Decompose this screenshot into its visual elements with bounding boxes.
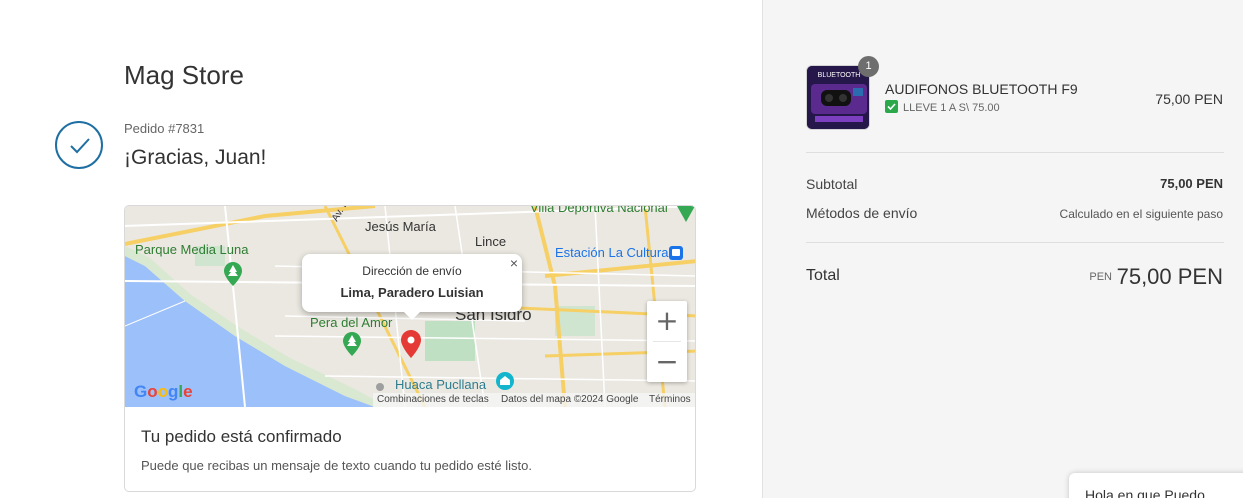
map-card: Jesús María Av. Brasil Lince Villa Depor…	[124, 205, 696, 492]
google-logo[interactable]: Google	[134, 382, 193, 402]
promo-text: LLEVE 1 A S\ 75.00	[903, 102, 1000, 114]
total-amount: 75,00 PEN	[1116, 264, 1223, 289]
confirmation-title: Tu pedido está confirmado	[141, 427, 342, 446]
thanks-heading: ¡Gracias, Juan!	[124, 146, 267, 169]
map-label-lince: Lince	[475, 234, 507, 249]
shipping-value: Calculado en el siguiente paso	[1059, 207, 1223, 221]
total-currency: PEN	[1089, 271, 1112, 283]
map-label-jesus-maria: Jesús María	[365, 219, 436, 234]
divider	[806, 242, 1224, 243]
keyboard-shortcuts-link[interactable]: Combinaciones de teclas	[377, 394, 489, 405]
confirmation-text: Puede que recibas un mensaje de texto cu…	[141, 458, 532, 473]
thumbnail-text: BLUETOOTH	[818, 72, 861, 79]
total-label: Total	[806, 267, 840, 284]
subtotal-value: 75,00 PEN	[1160, 176, 1223, 191]
quantity-badge: 1	[858, 56, 879, 77]
info-window-address: Lima, Paradero Luisian	[340, 285, 484, 300]
zoom-out-button[interactable]: −	[647, 342, 687, 382]
dot-icon	[376, 383, 384, 391]
chat-widget[interactable]: Hola en que Puedo	[1069, 473, 1243, 498]
subtotal-label: Subtotal	[806, 176, 858, 192]
park-icon	[224, 262, 242, 286]
map-label-pera-del-amor: Pera del Amor	[310, 315, 393, 330]
terms-link[interactable]: Términos	[649, 394, 691, 405]
order-summary: BLUETOOTH 1 AUDIFONOS BLUETOOTH F9 LLEVE…	[762, 0, 1243, 498]
product-price: 75,00 PEN	[1155, 91, 1223, 107]
park-icon	[677, 206, 695, 222]
order-number: Pedido #7831	[124, 121, 205, 136]
map-label-villa-deportiva: Villa Deportiva Nacional	[530, 206, 668, 215]
park-icon	[343, 332, 361, 356]
shipping-map[interactable]: Jesús María Av. Brasil Lince Villa Depor…	[125, 206, 695, 407]
zoom-in-button[interactable]: +	[647, 301, 687, 341]
close-icon[interactable]: ×	[510, 255, 518, 271]
order-status-page: Mag Store Pedido #7831 ¡Gracias, Juan! J…	[0, 0, 1243, 498]
map-label-huaca-pucllana: Huaca Pucllana	[395, 377, 487, 392]
info-window[interactable]: Dirección de envío Lima, Paradero Luisia…	[302, 254, 522, 320]
zoom-control: + −	[647, 301, 687, 382]
location-pin-icon[interactable]	[401, 330, 421, 358]
product-thumbnail: BLUETOOTH	[806, 65, 870, 130]
map-attribution: Combinaciones de teclas Datos del mapa ©…	[373, 393, 695, 407]
product-name: AUDIFONOS BLUETOOTH F9	[885, 81, 1078, 97]
transit-icon	[669, 246, 683, 260]
promo-line: LLEVE 1 A S\ 75.00	[885, 100, 1000, 114]
shipping-label: Métodos de envío	[806, 205, 918, 221]
map-label-parque-media-luna: Parque Media Luna	[135, 242, 249, 257]
info-window-title: Dirección de envío	[362, 264, 462, 278]
map-data-text: Datos del mapa ©2024 Google	[501, 394, 639, 405]
map-label-estacion-la-cultura: Estación La Cultura	[555, 245, 669, 260]
checkbox-icon	[885, 100, 898, 113]
store-name[interactable]: Mag Store	[124, 60, 244, 91]
check-circle-icon	[55, 121, 103, 169]
museum-icon	[496, 372, 514, 390]
divider	[806, 152, 1224, 153]
